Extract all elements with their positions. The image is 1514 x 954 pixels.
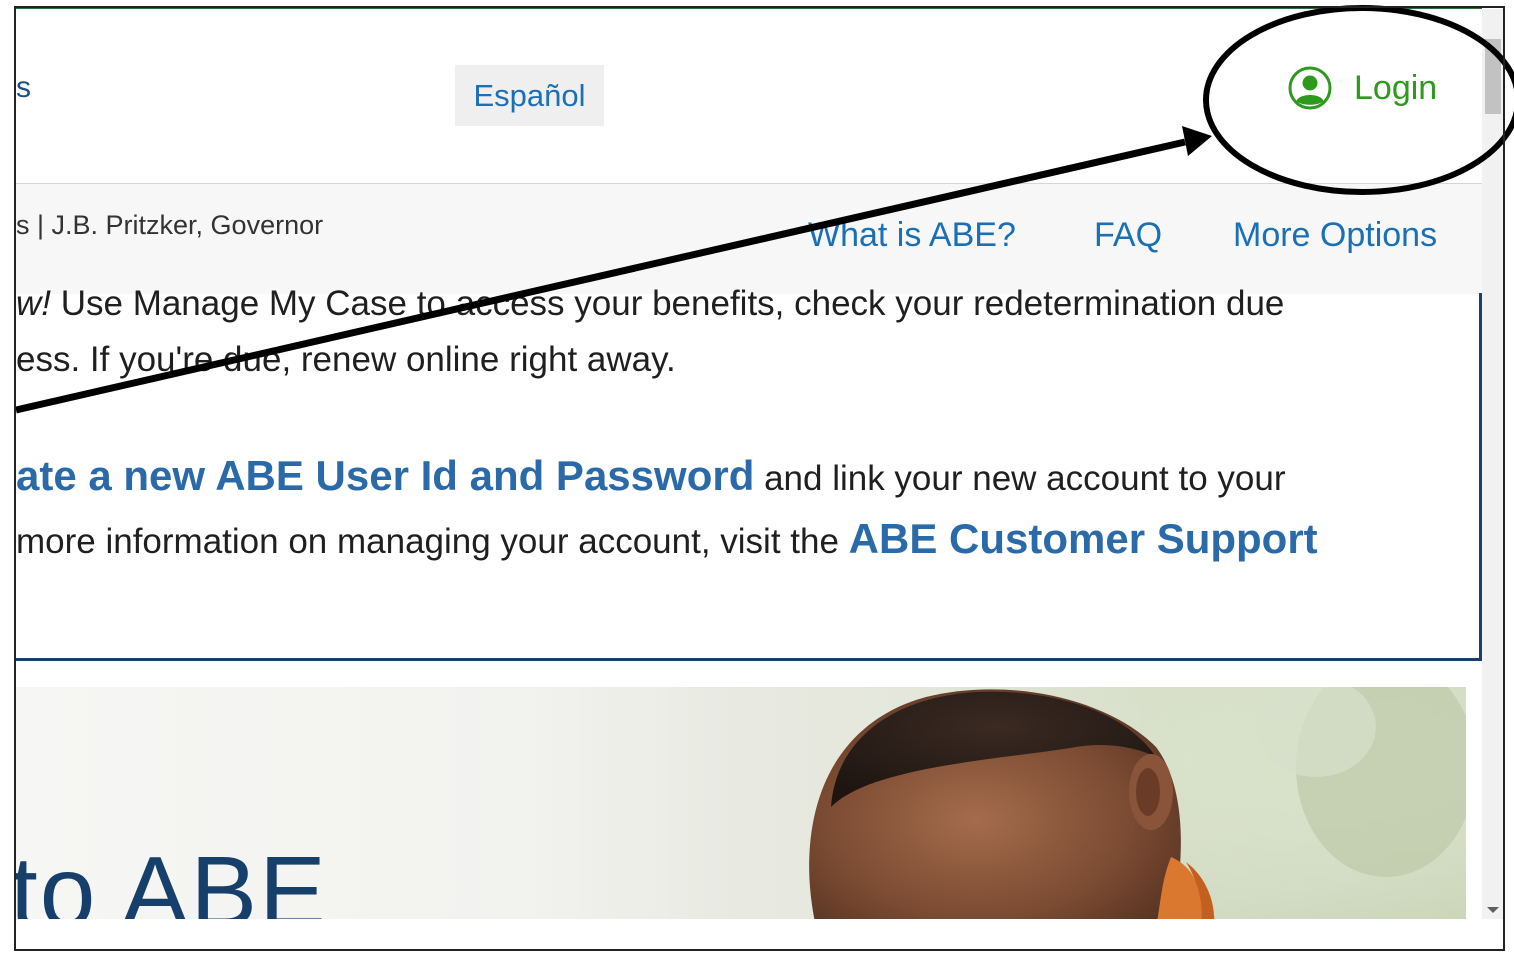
agency-governor-line: s | J.B. Pritzker, Governor [16, 210, 324, 240]
vertical-scrollbar[interactable] [1482, 9, 1504, 919]
scroll-down-arrow-icon[interactable] [1487, 907, 1499, 913]
notice-line-1-text: Use Manage My Case to access your benefi… [51, 284, 1285, 323]
hero-person-photo [776, 687, 1466, 919]
customer-support-link[interactable]: ABE Customer Support [849, 515, 1318, 562]
notice-line-3: ate a new ABE User Id and Password and l… [16, 452, 1285, 500]
user-circle-icon [1288, 66, 1332, 110]
nav-link-more-options[interactable]: More Options [1233, 216, 1437, 255]
espanol-language-button[interactable]: Español [455, 65, 604, 126]
notice-line-4: more information on managing your accoun… [16, 515, 1318, 563]
hero-title: to ABE [16, 836, 328, 919]
nav-link-what-is-abe[interactable]: What is ABE? [808, 216, 1016, 255]
notice-line-1: w! Use Manage My Case to access your ben… [16, 284, 1284, 324]
scrollbar-thumb[interactable] [1485, 39, 1501, 114]
notice-new-emphasis: w! [16, 284, 51, 323]
screenshot-frame: s Español Login s | J.B. Pritzker, Gover… [0, 0, 1514, 954]
browser-viewport: s Español Login s | J.B. Pritzker, Gover… [16, 9, 1482, 919]
login-link[interactable]: Login [1288, 66, 1437, 110]
login-label: Login [1354, 68, 1438, 107]
notice-line-3-text: and link your new account to your [754, 459, 1286, 498]
hero-banner: to ABE [16, 687, 1466, 919]
notice-line-2: ess. If you're due, renew online right a… [16, 340, 676, 379]
nav-link-faq[interactable]: FAQ [1094, 216, 1162, 255]
bottom-blank-strip [16, 919, 1504, 949]
top-nav-bar: s | J.B. Pritzker, Governor What is ABE?… [16, 183, 1482, 294]
notice-line-4-text: more information on managing your accoun… [16, 522, 849, 561]
create-user-id-link[interactable]: ate a new ABE User Id and Password [16, 452, 754, 499]
brand-name-fragment[interactable]: s [16, 71, 31, 105]
